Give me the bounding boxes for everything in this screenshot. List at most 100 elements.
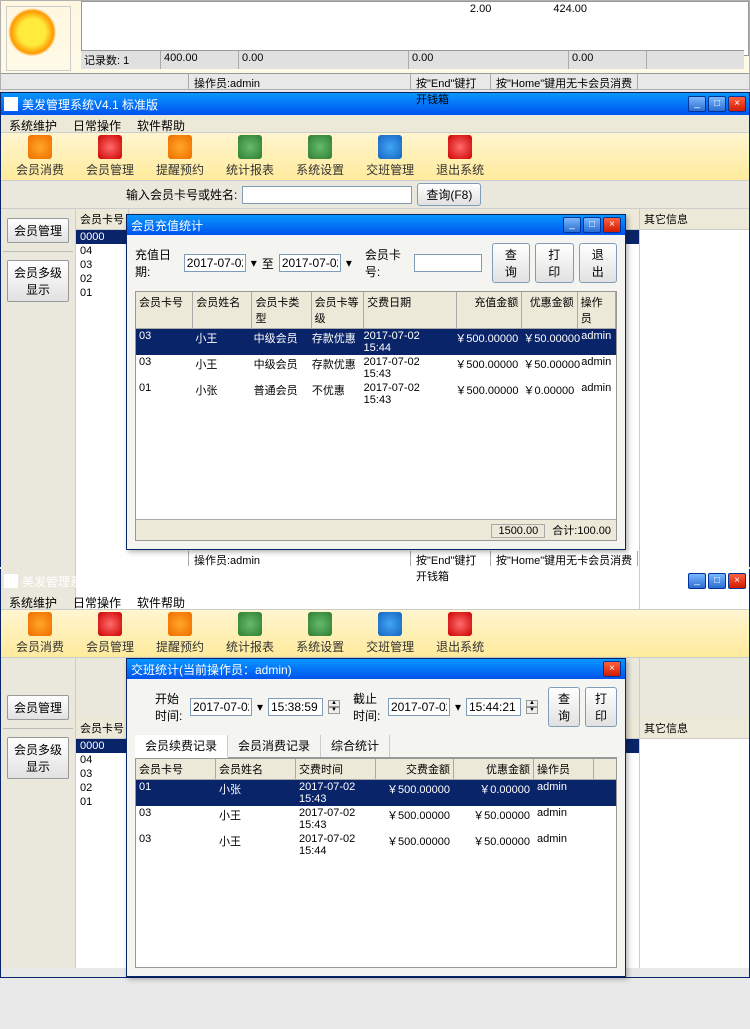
shift-icon	[378, 612, 402, 636]
query-button[interactable]: 查询	[492, 243, 530, 283]
left-panel: 会员管理 会员多级显示	[1, 658, 76, 968]
header-type: 会员卡类型	[252, 292, 311, 328]
search-input[interactable]	[242, 186, 412, 204]
tool-settings[interactable]: 系统设置	[296, 612, 344, 655]
close-button[interactable]: ×	[728, 573, 746, 589]
right-column: 其它信息	[639, 209, 749, 609]
header-operator: 操作员	[578, 292, 616, 328]
minimize-button[interactable]: _	[688, 573, 706, 589]
menu-help[interactable]: 软件帮助	[129, 115, 193, 132]
tool-exit[interactable]: 退出系统	[436, 612, 484, 655]
end-date-input[interactable]	[388, 698, 450, 716]
time-spinner[interactable]: ▲▼	[328, 700, 340, 714]
tab-summary[interactable]: 综合统计	[321, 735, 390, 757]
toolbar: 会员消费 会员管理 提醒预约 统计报表 系统设置 交班管理 退出系统	[1, 610, 749, 658]
dialog-close[interactable]: ×	[603, 661, 621, 677]
toolbar: 会员消费 会员管理 提醒预约 统计报表 系统设置 交班管理 退出系统	[1, 133, 749, 181]
print-button[interactable]: 打印	[535, 243, 573, 283]
dropdown-icon[interactable]: ▾	[251, 256, 257, 270]
tool-member-manage[interactable]: 会员管理	[86, 612, 134, 655]
start-label: 开始时间:	[155, 690, 185, 724]
tool-exit[interactable]: 退出系统	[436, 135, 484, 178]
header-discount: 优惠金额	[522, 292, 577, 328]
tool-settings[interactable]: 系统设置	[296, 135, 344, 178]
app-icon	[4, 574, 18, 588]
date-from-input[interactable]	[184, 254, 246, 272]
tool-reminder[interactable]: 提醒预约	[156, 135, 204, 178]
minimize-button[interactable]: _	[688, 96, 706, 112]
header-name: 会员姓名	[216, 759, 296, 779]
close-button[interactable]: ×	[728, 96, 746, 112]
dropdown-icon[interactable]: ▾	[346, 256, 352, 270]
bell-icon	[168, 612, 192, 636]
table-row[interactable]: 03小王2017-07-02 15:43￥500.00000￥50.00000a…	[136, 806, 616, 832]
shift-stats-dialog: 交班统计(当前操作员：admin) × 开始时间: ▾ ▲▼ 截止时间: ▾ ▲…	[126, 658, 626, 977]
card-input[interactable]	[414, 254, 482, 272]
tab-consume[interactable]: 会员消费记录	[228, 735, 321, 757]
dropdown-icon[interactable]: ▾	[257, 700, 263, 714]
header-name: 会员姓名	[193, 292, 252, 328]
status-bar: 操作员:admin 按"End"键打开钱箱 按"Home"键用无卡会员消费	[1, 73, 749, 89]
gear-icon	[308, 612, 332, 636]
operator-status: 操作员:admin	[189, 551, 411, 566]
chart-icon	[238, 612, 262, 636]
maximize-button[interactable]: □	[708, 96, 726, 112]
member-levels-button[interactable]: 会员多级显示	[7, 737, 69, 779]
hint: 按"Home"键用无卡会员消费	[491, 74, 638, 89]
dropdown-icon[interactable]: ▾	[455, 700, 461, 714]
date-to-input[interactable]	[279, 254, 341, 272]
tool-stats[interactable]: 统计报表	[226, 135, 274, 178]
app-window-2: 美发管理系统V4.1 标准版 _ □ × 系统维护 日常操作 软件帮助 会员消费…	[0, 569, 750, 978]
table-row[interactable]: 03小王2017-07-02 15:44￥500.00000￥50.00000a…	[136, 832, 616, 858]
member-levels-button[interactable]: 会员多级显示	[7, 260, 69, 302]
start-date-input[interactable]	[190, 698, 252, 716]
summary-row: 记录数: 1 400.00 0.00 0.00 0.00	[81, 50, 744, 69]
sum-value: 100.00	[577, 525, 611, 537]
query-button[interactable]: 查询(F8)	[417, 183, 481, 206]
tab-renewal[interactable]: 会员续费记录	[135, 735, 228, 758]
tool-reminder[interactable]: 提醒预约	[156, 612, 204, 655]
table-row[interactable]: 03小王中级会员存款优惠2017-07-02 15:43￥500.00000￥5…	[136, 355, 616, 381]
user-icon	[98, 612, 122, 636]
exit-button[interactable]: 退出	[579, 243, 617, 283]
operator-status: 操作员:admin	[189, 74, 411, 89]
time-spinner[interactable]: ▲▼	[526, 700, 538, 714]
query-button[interactable]: 查询	[548, 687, 580, 727]
sum-label: 合计:	[552, 525, 577, 537]
table-row[interactable]: 01小张2017-07-02 15:43￥500.00000￥0.00000ad…	[136, 780, 616, 806]
coins-icon	[28, 612, 52, 636]
member-manage-button[interactable]: 会员管理	[7, 218, 69, 243]
end-time-input[interactable]	[466, 698, 521, 716]
tool-member-consume[interactable]: 会员消费	[16, 612, 64, 655]
tool-member-manage[interactable]: 会员管理	[86, 135, 134, 178]
start-time-input[interactable]	[268, 698, 323, 716]
dialog-close[interactable]: ×	[603, 217, 621, 233]
tool-shift[interactable]: 交班管理	[366, 135, 414, 178]
menu-system[interactable]: 系统维护	[1, 592, 65, 609]
title-bar: 美发管理系统V4.1 标准版 _ □ ×	[1, 570, 749, 592]
dialog-maximize[interactable]: □	[583, 217, 601, 233]
menu-system[interactable]: 系统维护	[1, 115, 65, 132]
col-card: 会员卡号	[76, 718, 129, 738]
value: 2.00	[469, 2, 492, 16]
end-label: 截止时间:	[353, 690, 383, 724]
col-other: 其它信息	[640, 718, 749, 739]
summary-val: 0.00	[239, 51, 409, 69]
tool-shift[interactable]: 交班管理	[366, 612, 414, 655]
print-button[interactable]: 打印	[585, 687, 617, 727]
menu-bar: 系统维护 日常操作 软件帮助	[1, 115, 749, 133]
table-row[interactable]: 01小张普通会员不优惠2017-07-02 15:43￥500.00000￥0.…	[136, 381, 616, 407]
tool-member-consume[interactable]: 会员消费	[16, 135, 64, 178]
table-row[interactable]: 03小王中级会员存款优惠2017-07-02 15:44￥500.00000￥5…	[136, 329, 616, 355]
tool-stats[interactable]: 统计报表	[226, 612, 274, 655]
maximize-button[interactable]: □	[708, 573, 726, 589]
header-card: 会员卡号	[136, 292, 193, 328]
menu-daily[interactable]: 日常操作	[65, 592, 129, 609]
menu-help[interactable]: 软件帮助	[129, 592, 193, 609]
table-header: 会员卡号 会员姓名 会员卡类型 会员卡等级 交费日期 充值金额 优惠金额 操作员	[136, 292, 616, 329]
flower-image	[6, 6, 71, 71]
dialog-minimize[interactable]: _	[563, 217, 581, 233]
member-manage-button[interactable]: 会员管理	[7, 695, 69, 720]
top-partial-window: 2.00 424.00 记录数: 1 400.00 0.00 0.00 0.00…	[0, 0, 750, 90]
menu-daily[interactable]: 日常操作	[65, 115, 129, 132]
